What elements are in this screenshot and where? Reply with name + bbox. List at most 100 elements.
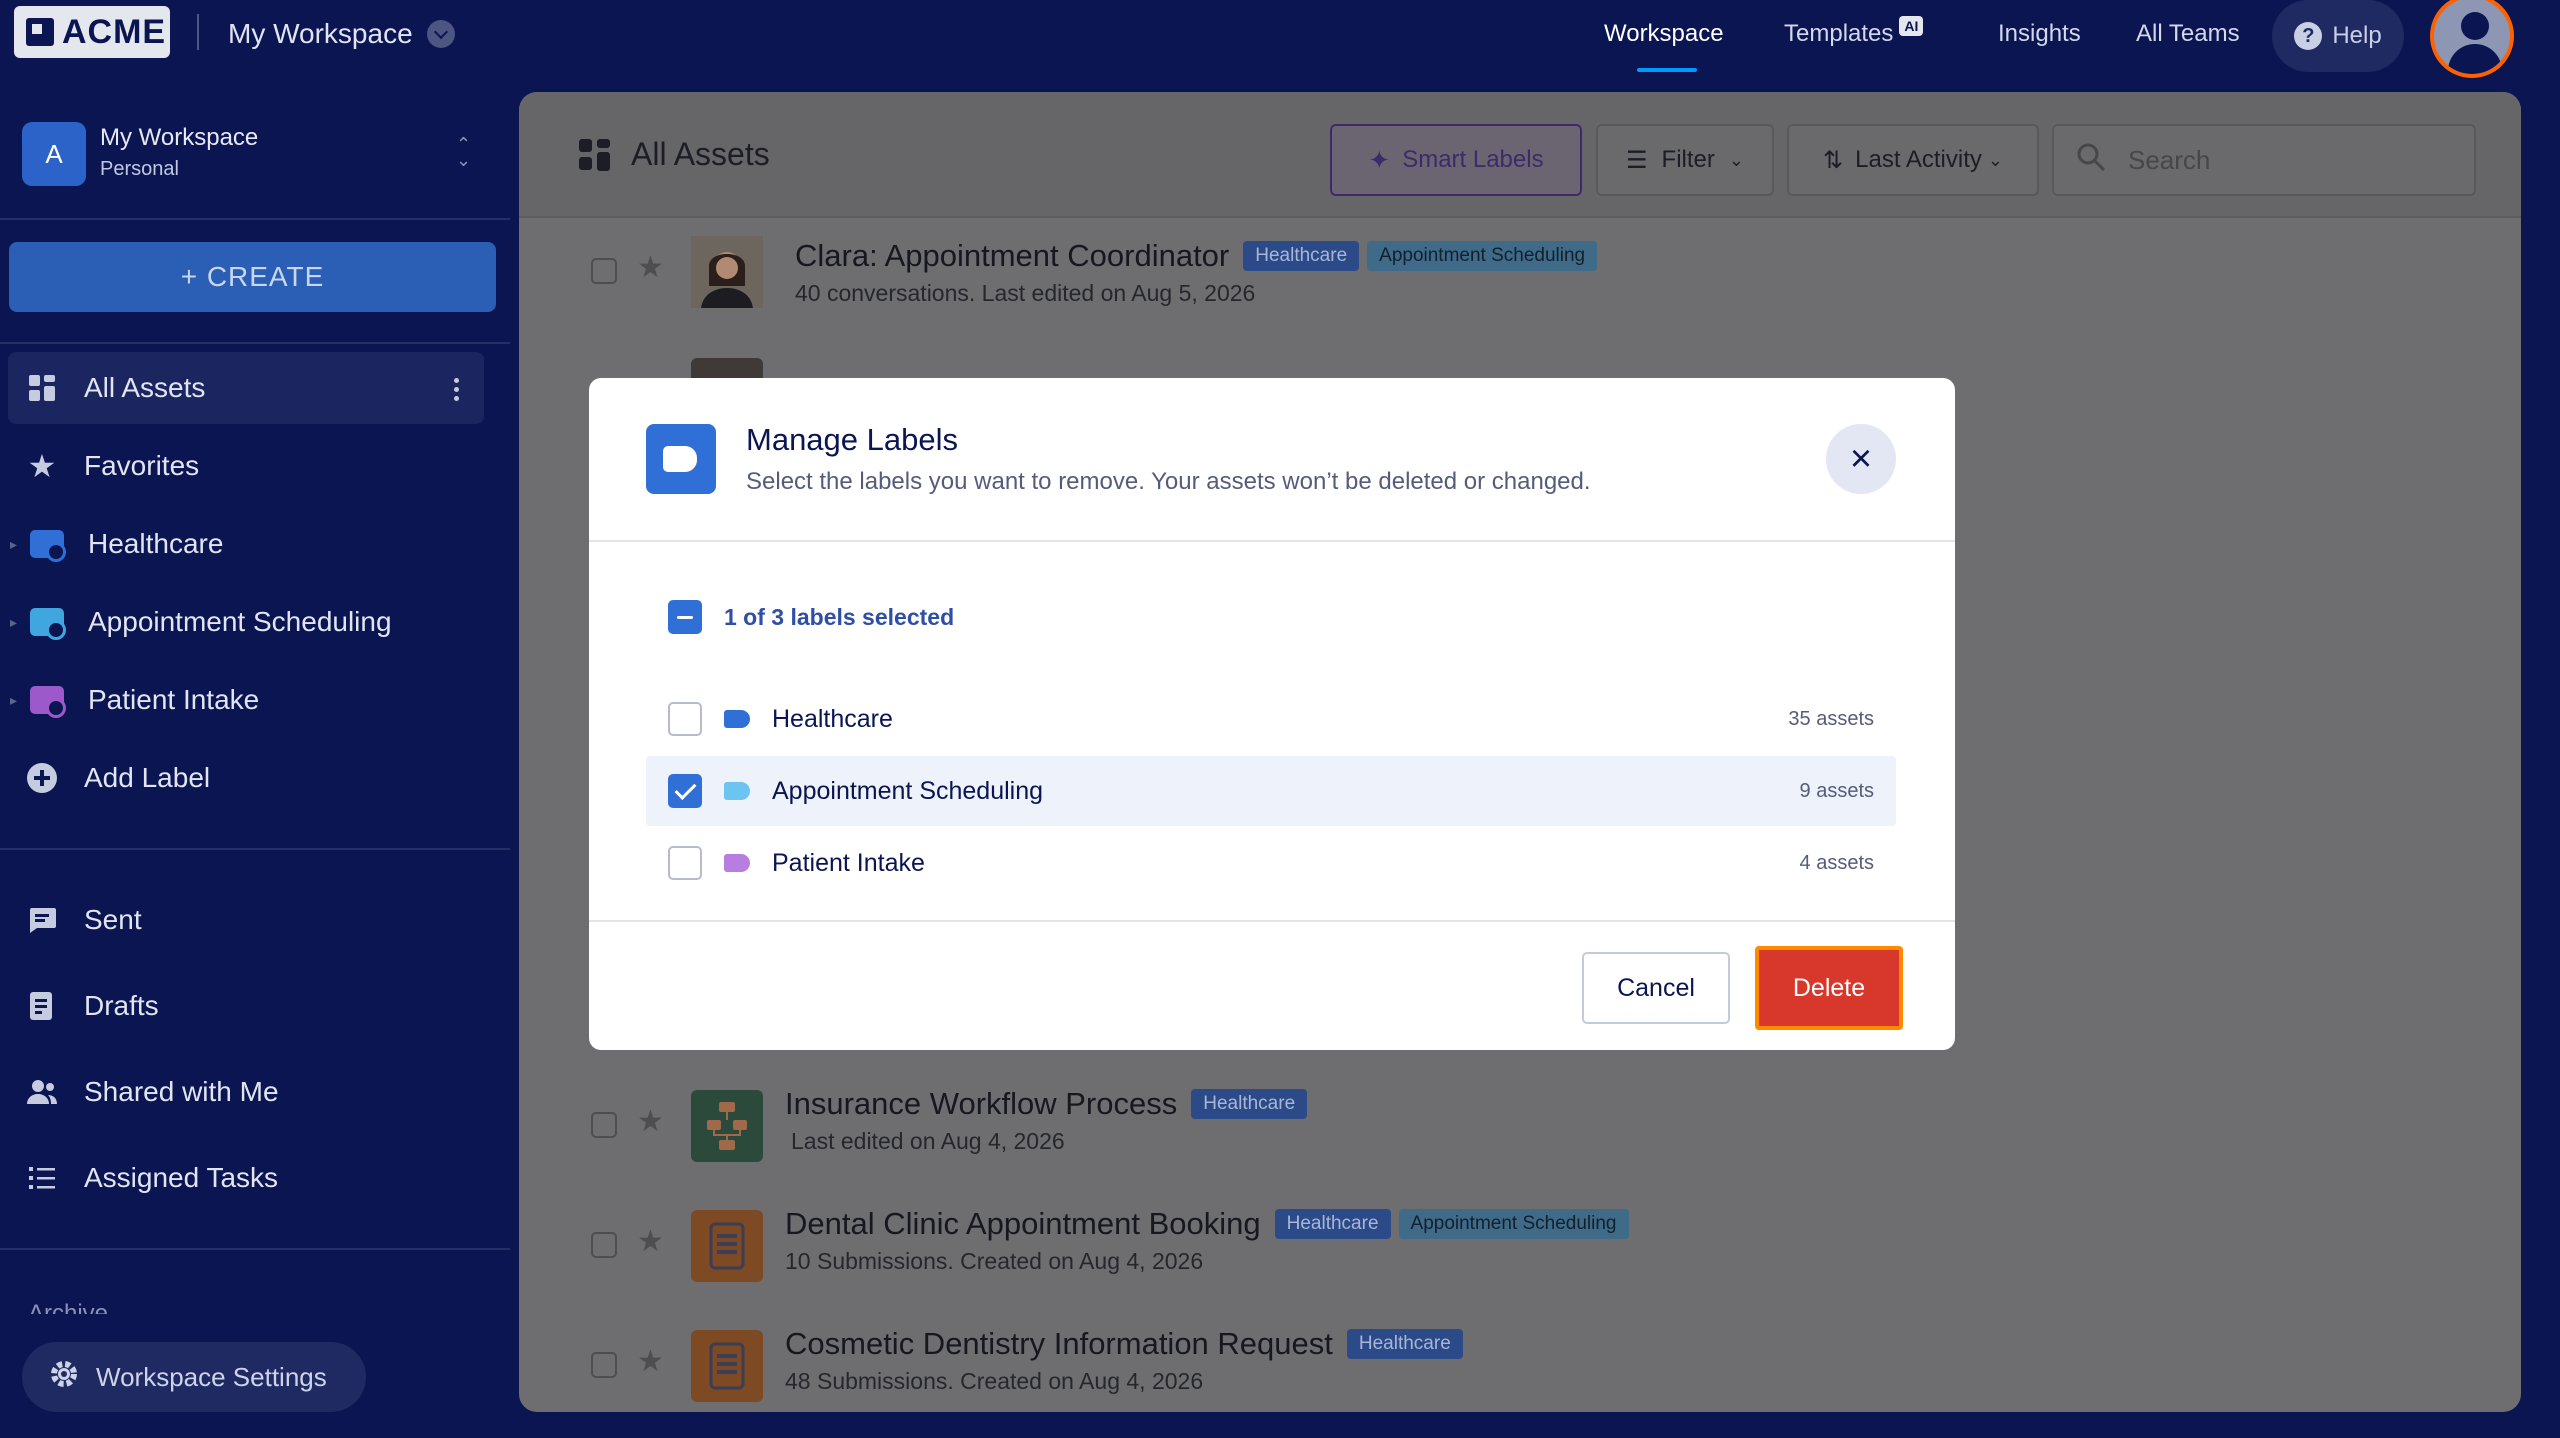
label-checkbox[interactable]: [668, 846, 702, 880]
asset-row[interactable]: ★ Insurance Workflow Process Healthcare …: [519, 1066, 2521, 1176]
label-tag[interactable]: Healthcare: [1274, 1209, 1391, 1239]
nav-insights[interactable]: Insights: [1998, 20, 2081, 48]
chevron-down-icon: [426, 20, 455, 48]
asset-title-row[interactable]: Dental Clinic Appointment Booking Health…: [785, 1206, 1629, 1242]
asset-subtitle: 48 Submissions. Created on Aug 4, 2026: [785, 1368, 1204, 1394]
row-checkbox[interactable]: [591, 1352, 617, 1378]
label-tag[interactable]: Healthcare: [1243, 241, 1360, 271]
asset-row[interactable]: ★ Dental Clinic Appointment Booking Heal…: [519, 1186, 2521, 1296]
asset-title-row[interactable]: Cosmetic Dentistry Information Request H…: [785, 1326, 1463, 1362]
dialog-description: Select the labels you want to remove. Yo…: [746, 468, 1591, 495]
sidebar-item-label: Patient Intake: [88, 684, 260, 715]
sidebar-item-assigned-tasks[interactable]: Assigned Tasks: [8, 1142, 484, 1214]
main-header: All Assets ✦ Smart Labels ☰ Filter ⌄ ⇅ L…: [519, 92, 2521, 218]
label-option-name: Healthcare: [772, 704, 893, 733]
label-tag[interactable]: Healthcare: [1191, 1089, 1308, 1119]
page-title: All Assets: [579, 136, 770, 173]
help-label: Help: [2332, 22, 2382, 49]
message-icon: [26, 904, 58, 936]
sidebar-item-label: Favorites: [84, 450, 200, 481]
top-bar: ACME My Workspace Workspace Templates AI …: [0, 0, 2560, 78]
sort-button[interactable]: ⇅ Last Activity ⌄: [1787, 124, 2039, 196]
label-option-appointment-scheduling[interactable]: Appointment Scheduling 9 assets: [646, 756, 1896, 826]
asset-row[interactable]: ★ Clara: Appointment Coordinator Healthc…: [519, 218, 2521, 328]
row-checkbox[interactable]: [591, 258, 617, 284]
filter-button[interactable]: ☰ Filter ⌄: [1596, 124, 1774, 196]
sidebar-item-drafts[interactable]: Drafts: [8, 970, 484, 1042]
select-all-checkbox[interactable]: [668, 600, 702, 634]
sidebar-divider: [0, 342, 510, 344]
sidebar-item-add-label[interactable]: Add Label: [8, 742, 484, 814]
sidebar-divider: [0, 218, 510, 220]
nav-active-indicator: [1637, 68, 1697, 72]
nav-all-teams[interactable]: All Teams: [2136, 20, 2240, 48]
sidebar-item-favorites[interactable]: ★ Favorites: [8, 430, 484, 502]
label-checkbox[interactable]: [668, 774, 702, 808]
workspace-switcher[interactable]: My Workspace: [228, 14, 455, 54]
row-checkbox[interactable]: [591, 1232, 617, 1258]
workspace-switcher-label: My Workspace: [228, 18, 413, 49]
logo-text: ACME: [62, 12, 167, 51]
asset-subtitle: 10 Submissions. Created on Aug 4, 2026: [785, 1248, 1204, 1274]
create-button[interactable]: + CREATE: [9, 242, 496, 312]
manage-labels-dialog: Manage Labels Select the labels you want…: [589, 378, 1955, 1050]
label-checkbox[interactable]: [668, 702, 702, 736]
avatar-body: [2448, 44, 2502, 74]
sidebar-item-label: Assigned Tasks: [84, 1162, 279, 1193]
select-all-row[interactable]: 1 of 3 labels selected: [668, 600, 954, 634]
sort-icon: ⇅: [1823, 146, 1844, 174]
sidebar-item-patient-intake[interactable]: ▸ Patient Intake: [8, 664, 484, 736]
close-icon: ×: [1849, 437, 1873, 480]
label-tag[interactable]: Healthcare: [1346, 1329, 1463, 1359]
user-avatar[interactable]: [2430, 0, 2514, 78]
asset-title-row[interactable]: Clara: Appointment Coordinator Healthcar…: [795, 238, 1598, 274]
label-icon: [646, 424, 716, 494]
sidebar-divider: [0, 848, 510, 850]
chevron-down-icon: ⌄: [1728, 149, 1744, 170]
sidebar-item-all-assets[interactable]: All Assets: [8, 352, 484, 424]
caret-right-icon: ▸: [10, 613, 18, 630]
workspace-type: Personal: [100, 158, 179, 180]
help-button[interactable]: ? Help: [2272, 0, 2404, 72]
star-icon[interactable]: ★: [637, 250, 664, 285]
nav-workspace[interactable]: Workspace: [1604, 20, 1724, 48]
asset-title-row[interactable]: Insurance Workflow Process Healthcare: [785, 1086, 1308, 1122]
delete-button[interactable]: Delete: [1755, 946, 1903, 1030]
topbar-divider: [197, 14, 199, 50]
star-icon[interactable]: ★: [637, 1104, 664, 1139]
sidebar-item-label: Add Label: [84, 762, 211, 793]
search-placeholder: Search: [2128, 144, 2211, 175]
expand-collapse-icon: ⌃ ⌄: [456, 134, 472, 170]
label-tag[interactable]: Appointment Scheduling: [1367, 241, 1598, 271]
cancel-button[interactable]: Cancel: [1582, 952, 1730, 1024]
sidebar: A My Workspace Personal ⌃ ⌄ + CREATE All …: [0, 72, 510, 1438]
sidebar-item-archive-peek[interactable]: Archive: [28, 1300, 108, 1314]
label-tag[interactable]: Appointment Scheduling: [1398, 1209, 1629, 1239]
workspace-card[interactable]: A My Workspace Personal ⌃ ⌄: [0, 114, 500, 204]
smart-labels-button[interactable]: ✦ Smart Labels: [1330, 124, 1582, 196]
workspace-settings-label: Workspace Settings: [96, 1361, 327, 1392]
workspace-settings-button[interactable]: Workspace Settings: [22, 1342, 366, 1412]
draft-icon: [26, 990, 58, 1022]
sidebar-item-sent[interactable]: Sent: [8, 884, 484, 956]
label-option-healthcare[interactable]: Healthcare 35 assets: [646, 684, 1896, 754]
asset-subtitle: 40 conversations. Last edited on Aug 5, …: [795, 280, 1256, 306]
sidebar-item-healthcare[interactable]: ▸ Healthcare: [8, 508, 484, 580]
row-checkbox[interactable]: [591, 1112, 617, 1138]
close-button[interactable]: ×: [1826, 424, 1896, 494]
more-options-icon[interactable]: [454, 378, 460, 405]
search-input[interactable]: Search: [2052, 124, 2476, 196]
grid-icon: [579, 138, 611, 171]
asset-row[interactable]: ★ Cosmetic Dentistry Information Request…: [519, 1306, 2521, 1412]
label-option-patient-intake[interactable]: Patient Intake 4 assets: [646, 828, 1896, 898]
sidebar-item-shared-with-me[interactable]: Shared with Me: [8, 1056, 484, 1128]
star-icon[interactable]: ★: [637, 1224, 664, 1259]
acme-logo[interactable]: ACME: [14, 6, 170, 58]
nav-templates[interactable]: Templates AI: [1784, 16, 1924, 48]
logo-mark-icon: [26, 18, 54, 46]
star-icon[interactable]: ★: [637, 1344, 664, 1379]
help-icon: ?: [2294, 22, 2323, 50]
sidebar-item-appointment-scheduling[interactable]: ▸ Appointment Scheduling: [8, 586, 484, 658]
dialog-header: Manage Labels Select the labels you want…: [589, 378, 1955, 542]
label-asset-count: 9 assets: [1799, 779, 1874, 802]
